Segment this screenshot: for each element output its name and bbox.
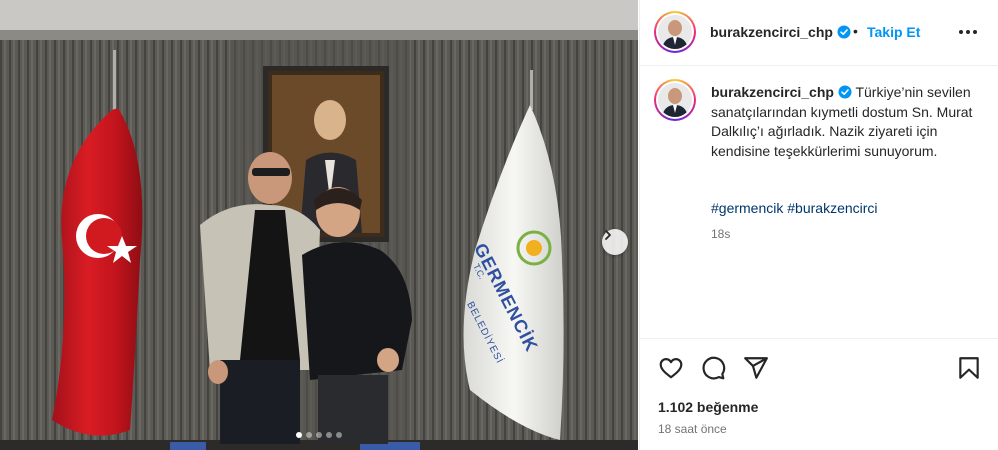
post-header: burakzencirci_chp • Takip Et xyxy=(640,0,998,66)
caption-time: 18s xyxy=(711,227,731,241)
carousel-dot xyxy=(336,432,342,438)
carousel-dot xyxy=(316,432,322,438)
hashtag-link[interactable]: #germencik xyxy=(711,200,783,216)
chevron-right-icon xyxy=(605,230,611,240)
post-photo[interactable]: GERMENCİK T.C. BELEDİYESİ xyxy=(0,0,638,450)
next-photo-button[interactable] xyxy=(602,229,628,255)
post-caption: burakzencirci_chp Türkiye’nin sevilen sa… xyxy=(711,83,981,161)
caption-username[interactable]: burakzencirci_chp xyxy=(711,84,834,100)
header-separator: • xyxy=(853,23,858,39)
send-icon[interactable] xyxy=(743,355,769,381)
hashtags: #germencik #burakzencirci xyxy=(711,200,878,216)
caption-avatar[interactable] xyxy=(654,79,696,121)
likes-count[interactable]: 1.102 beğenme xyxy=(658,399,758,415)
username-text[interactable]: burakzencirci_chp xyxy=(710,24,833,40)
post-time[interactable]: 18 saat önce xyxy=(658,422,727,436)
hashtag-link[interactable]: #burakzencirci xyxy=(787,200,877,216)
header-username[interactable]: burakzencirci_chp xyxy=(710,24,851,40)
more-options-icon[interactable] xyxy=(957,22,979,42)
carousel-dot xyxy=(296,432,302,438)
action-bar: 1.102 beğenme 18 saat önce xyxy=(640,338,998,450)
verified-badge-icon xyxy=(837,25,851,39)
photo-scene xyxy=(0,0,638,450)
carousel-dot xyxy=(326,432,332,438)
avatar-image xyxy=(658,15,692,49)
carousel-dot xyxy=(306,432,312,438)
heart-icon[interactable] xyxy=(658,355,684,381)
carousel-indicator xyxy=(296,432,342,438)
comment-bubble-icon[interactable] xyxy=(700,355,726,381)
avatar-image xyxy=(658,83,692,117)
avatar[interactable] xyxy=(654,11,696,53)
follow-button[interactable]: Takip Et xyxy=(867,24,920,40)
bookmark-icon[interactable] xyxy=(956,355,982,381)
verified-badge-icon xyxy=(838,85,852,99)
post-side-panel: burakzencirci_chp • Takip Et burakzencir… xyxy=(639,0,998,450)
